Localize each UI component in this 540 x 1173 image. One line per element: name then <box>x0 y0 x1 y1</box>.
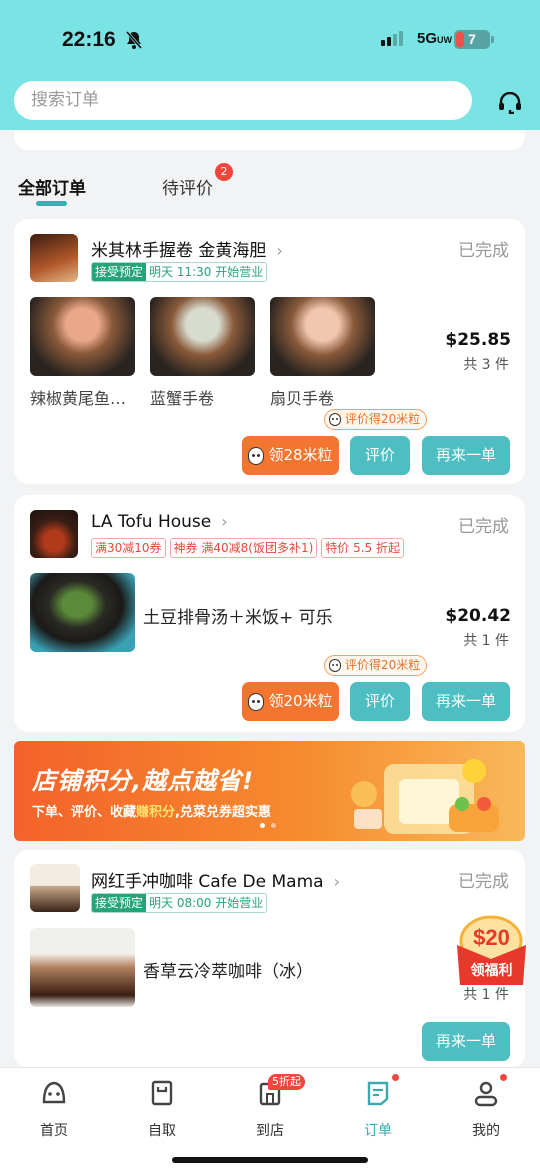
promo-tag: 满30减10券 <box>91 538 166 558</box>
points-banner[interactable]: 店铺积分,越点越省! 下单、评价、收藏赚积分,兑菜兑券超实惠 <box>14 741 525 841</box>
reorder-button[interactable]: 再来一单 <box>422 1022 510 1061</box>
rice-icon <box>248 692 265 711</box>
nav-pickup[interactable]: 自取 <box>122 1078 202 1140</box>
user-icon <box>474 1081 498 1107</box>
order-price: $20.42 <box>445 606 511 626</box>
order-qty: 共 1 件 <box>463 633 509 649</box>
chevron-right-icon: › <box>221 512 228 531</box>
review-button[interactable]: 评价 <box>350 682 410 721</box>
nav-home[interactable]: 首页 <box>14 1078 94 1140</box>
status-bar: 22:16 5GUW 7 <box>0 22 540 60</box>
coupon-amount: $20 <box>473 925 510 950</box>
store-name[interactable]: LA Tofu House › <box>91 512 228 532</box>
rice-icon <box>329 413 341 426</box>
filter-panel-edge <box>14 130 525 150</box>
bell-muted-icon <box>125 31 143 49</box>
order-tabs: 全部订单 待评价 2 <box>0 160 540 210</box>
item-thumb[interactable]: 辣椒黄尾鱼… <box>30 297 135 409</box>
home-indicator <box>172 1157 368 1163</box>
item-thumb[interactable]: 蓝蟹手卷 <box>150 297 255 409</box>
banner-title: 店铺积分,越点越省! <box>32 767 255 795</box>
reservation-tag: 接受预定 明天 11:30 开始营业 <box>91 262 268 282</box>
order-status: 已完成 <box>458 517 509 537</box>
order-price: $25.85 <box>445 330 511 350</box>
review-tip: 评价得20米粒 <box>324 409 428 430</box>
store-logo <box>30 510 78 558</box>
store-name[interactable]: 米其林手握卷 金黄海胆 › <box>91 236 283 261</box>
promo-tag: 神券 满40减8(饭团多补1) <box>169 538 318 558</box>
claim-rice-button[interactable]: 领28米粒 <box>242 436 339 475</box>
tab-indicator <box>36 201 67 206</box>
reservation-tag: 接受预定 明天 08:00 开始营业 <box>91 893 268 913</box>
item-name: 土豆排骨汤＋米饭+ 可乐 <box>143 608 333 628</box>
headset-icon[interactable] <box>498 92 522 114</box>
order-card[interactable]: 网红手冲咖啡 Cafe De Mama › 已完成 接受预定 明天 08:00 开始… <box>14 850 525 1068</box>
order-qty: 共 3 件 <box>463 357 509 373</box>
tab-pending-review[interactable]: 待评价 <box>162 174 213 199</box>
nav-orders-dot <box>392 1074 399 1081</box>
nav-promo-badge: 5折起 <box>268 1074 305 1090</box>
order-card[interactable]: 米其林手握卷 金黄海胆 › 已完成 接受预定 明天 11:30 开始营业 辣椒黄尾鱼… <box>14 219 525 484</box>
nav-profile[interactable]: 我的 <box>446 1078 526 1140</box>
rice-icon <box>248 446 265 465</box>
chevron-right-icon: › <box>333 872 340 891</box>
reorder-button[interactable]: 再来一单 <box>422 682 510 721</box>
network-label: 5GUW <box>417 30 453 47</box>
banner-pager <box>260 823 276 828</box>
bag-icon <box>151 1080 173 1106</box>
item-thumb[interactable] <box>30 573 135 652</box>
search-input[interactable]: 搜索订单 <box>14 81 472 120</box>
home-icon <box>42 1081 66 1104</box>
order-status: 已完成 <box>458 241 509 261</box>
reorder-button[interactable]: 再来一单 <box>422 436 510 475</box>
rice-icon <box>329 659 341 672</box>
coupon-label: 领福利 <box>470 963 513 979</box>
store-name[interactable]: 网红手冲咖啡 Cafe De Mama › <box>91 867 340 892</box>
review-tip: 评价得20米粒 <box>324 655 428 676</box>
chevron-right-icon: › <box>276 241 283 260</box>
gift-illustration <box>351 759 499 834</box>
item-name: 香草云冷萃咖啡（冰） <box>143 962 313 982</box>
order-card[interactable]: LA Tofu House › 已完成 满30减10券 神券 满40减8(饭团多补… <box>14 495 525 732</box>
store-logo <box>30 234 78 282</box>
status-time: 22:16 <box>62 28 116 51</box>
battery-icon: 7 <box>454 30 490 49</box>
banner-subtitle: 下单、评价、收藏赚积分,兑菜兑券超实惠 <box>32 805 271 820</box>
tab-badge: 2 <box>215 163 233 181</box>
tab-all-orders[interactable]: 全部订单 <box>18 174 86 199</box>
review-button[interactable]: 评价 <box>350 436 410 475</box>
order-qty: 共 1 件 <box>463 987 509 1003</box>
welfare-coupon[interactable]: $20 领福利 <box>455 915 528 985</box>
promo-tag: 特价 5.5 折起 <box>321 538 404 558</box>
claim-rice-button[interactable]: 领20米粒 <box>242 682 339 721</box>
signal-icon <box>381 30 403 46</box>
item-thumb[interactable]: 扇贝手卷 <box>270 297 375 409</box>
orders-icon <box>367 1081 389 1106</box>
nav-profile-dot <box>500 1074 507 1081</box>
store-logo <box>30 864 80 912</box>
item-thumb[interactable] <box>30 928 135 1007</box>
order-status: 已完成 <box>458 872 509 892</box>
nav-orders[interactable]: 订单 <box>338 1078 418 1140</box>
